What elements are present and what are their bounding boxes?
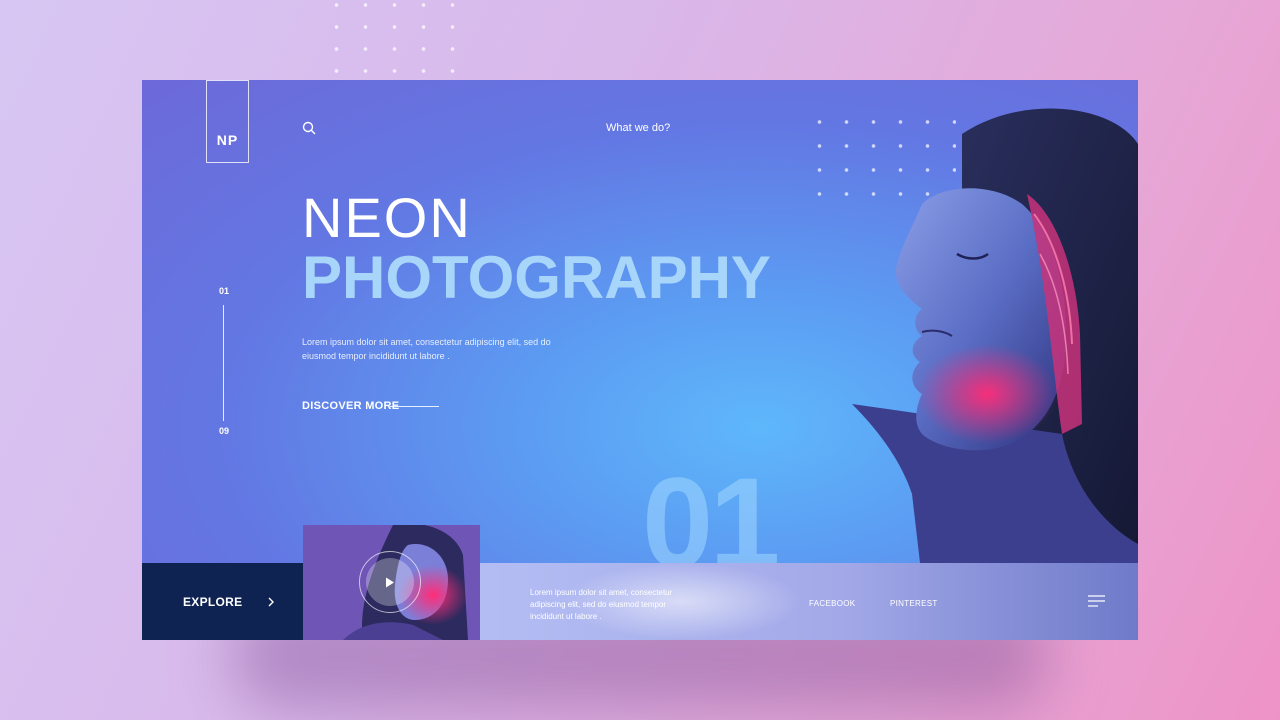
- play-icon: [386, 577, 394, 587]
- slider-total-index: 09: [218, 426, 229, 436]
- discover-more-link[interactable]: DISCOVER MORE: [302, 400, 399, 412]
- hero-title-line2: PHOTOGRAPHY: [302, 244, 771, 311]
- background-dots-pattern: [322, 0, 472, 80]
- social-link-pinterest[interactable]: PINTEREST: [890, 599, 938, 608]
- play-button[interactable]: [366, 558, 414, 606]
- slider-current-index: 01: [218, 286, 229, 296]
- slider-progress-line: [223, 305, 224, 421]
- explore-button[interactable]: EXPLORE: [142, 563, 303, 640]
- search-icon[interactable]: [302, 121, 316, 135]
- explore-label: EXPLORE: [183, 594, 243, 609]
- chevron-right-icon: [268, 597, 274, 607]
- footer-description: Lorem ipsum dolor sit amet, consectetur …: [530, 588, 673, 621]
- hero-card: NP What we do? 01 09 NEON PHOTOGRAPHY Lo…: [142, 80, 1138, 640]
- nav-link-what-we-do[interactable]: What we do?: [606, 122, 670, 134]
- portrait-photo: [852, 108, 1138, 580]
- brand-logo[interactable]: NP: [206, 80, 249, 163]
- hero-title-line1: NEON: [302, 186, 472, 249]
- hamburger-menu-icon[interactable]: [1086, 594, 1106, 608]
- logo-text: NP: [216, 132, 239, 148]
- social-link-facebook[interactable]: FACEBOOK: [809, 599, 855, 608]
- discover-more-underline: [390, 406, 439, 407]
- hero-description: Lorem ipsum dolor sit amet, consectetur …: [302, 337, 551, 361]
